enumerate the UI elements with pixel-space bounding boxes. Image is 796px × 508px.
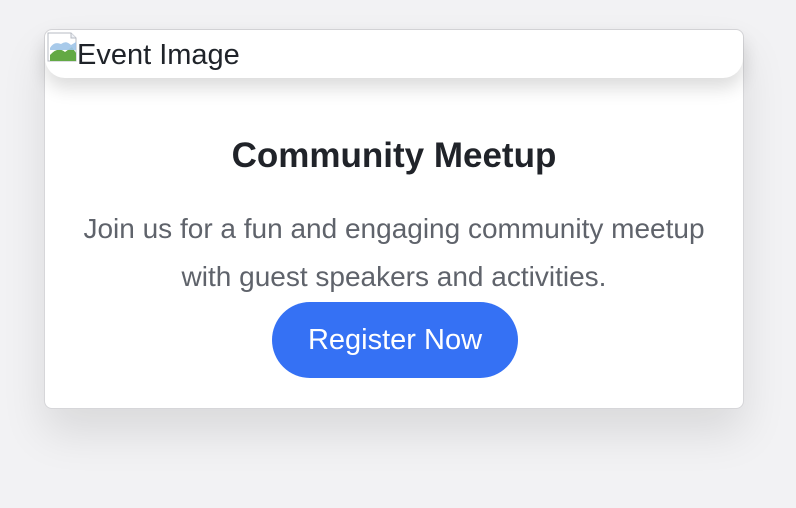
register-now-button[interactable]: Register Now [272, 302, 518, 378]
event-description: Join us for a fun and engaging community… [83, 213, 705, 292]
event-image-alt-text: Event Image [77, 39, 240, 71]
event-image: Event Image [45, 30, 743, 78]
event-card: Event Image Community Meetup Join us for… [44, 29, 744, 409]
event-title: Community Meetup [231, 136, 557, 176]
broken-image-icon [47, 32, 77, 62]
